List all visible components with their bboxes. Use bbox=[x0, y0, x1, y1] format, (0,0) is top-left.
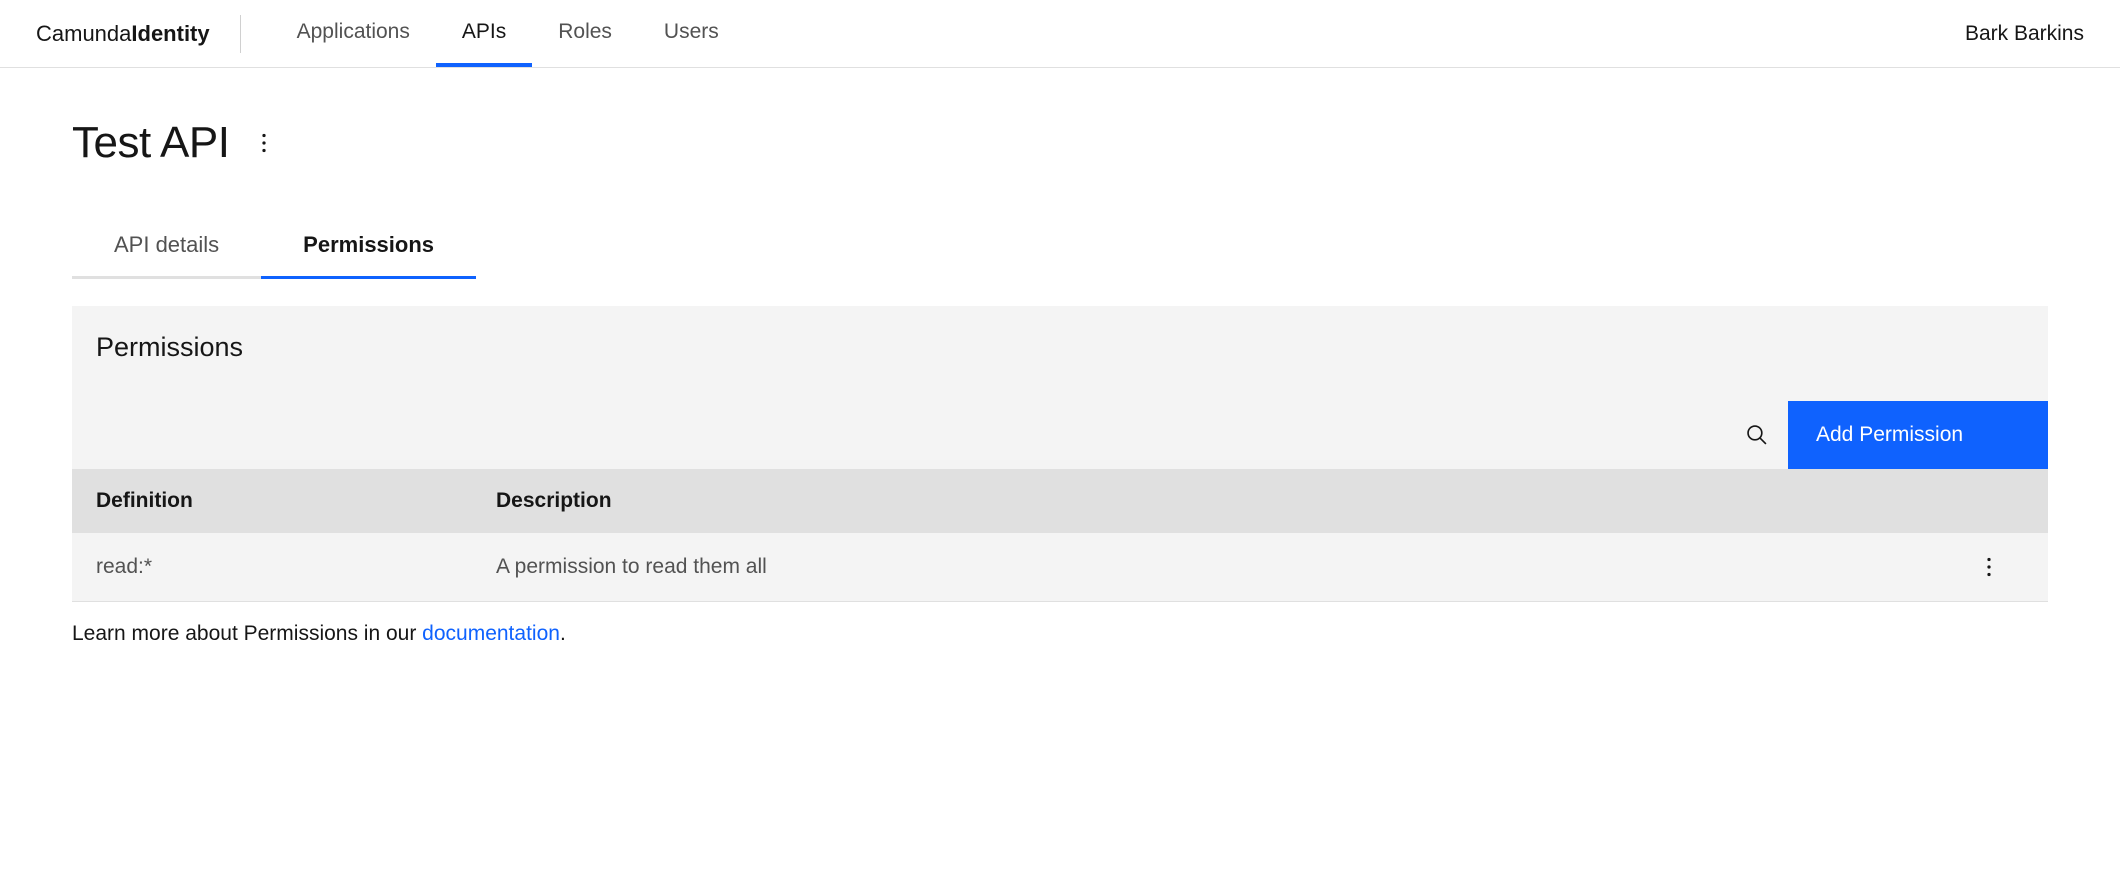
documentation-link[interactable]: documentation bbox=[422, 622, 560, 645]
footer-text-prefix: Learn more about Permissions in our bbox=[72, 622, 422, 645]
brand-name: Identity bbox=[131, 21, 209, 47]
page-tabs: API details Permissions bbox=[72, 218, 2048, 280]
cell-description: A permission to read them all bbox=[496, 555, 1954, 579]
permissions-panel: Permissions Add Permission Definition De… bbox=[72, 306, 2048, 602]
nav-roles[interactable]: Roles bbox=[532, 0, 638, 67]
footer-note: Learn more about Permissions in our docu… bbox=[72, 602, 2048, 646]
nav-applications[interactable]: Applications bbox=[271, 0, 436, 67]
brand-logo[interactable]: Camunda Identity bbox=[36, 15, 240, 53]
nav-users[interactable]: Users bbox=[638, 0, 745, 67]
search-button[interactable] bbox=[1726, 401, 1788, 469]
col-description: Description bbox=[496, 489, 1954, 513]
top-bar: Camunda Identity Applications APIs Roles… bbox=[0, 0, 2120, 68]
permissions-table: Definition Description read:* A permissi… bbox=[72, 469, 2048, 602]
page-actions-button[interactable] bbox=[253, 125, 275, 161]
cell-definition: read:* bbox=[96, 555, 496, 579]
add-permission-button[interactable]: Add Permission bbox=[1788, 401, 2048, 469]
page-title: Test API bbox=[72, 118, 229, 168]
page-header: Test API bbox=[72, 118, 2048, 168]
top-nav: Applications APIs Roles Users bbox=[271, 0, 745, 67]
panel-title: Permissions bbox=[72, 306, 2048, 401]
kebab-icon bbox=[1986, 557, 1992, 577]
tab-api-details[interactable]: API details bbox=[72, 218, 261, 279]
footer-text-suffix: . bbox=[560, 622, 566, 645]
divider bbox=[240, 15, 241, 53]
table-header: Definition Description bbox=[72, 469, 2048, 533]
panel-toolbar: Add Permission bbox=[72, 401, 2048, 469]
top-bar-left: Camunda Identity Applications APIs Roles… bbox=[36, 0, 745, 67]
brand-prefix: Camunda bbox=[36, 21, 131, 47]
main-content: Test API API details Permissions Permiss… bbox=[0, 68, 2120, 676]
tab-permissions[interactable]: Permissions bbox=[261, 218, 476, 279]
current-user[interactable]: Bark Barkins bbox=[1965, 22, 2084, 46]
col-definition: Definition bbox=[96, 489, 496, 513]
search-icon bbox=[1746, 424, 1768, 446]
table-row: read:* A permission to read them all bbox=[72, 533, 2048, 602]
kebab-icon bbox=[261, 133, 267, 153]
row-actions-button[interactable] bbox=[1954, 557, 2024, 577]
nav-apis[interactable]: APIs bbox=[436, 0, 532, 67]
